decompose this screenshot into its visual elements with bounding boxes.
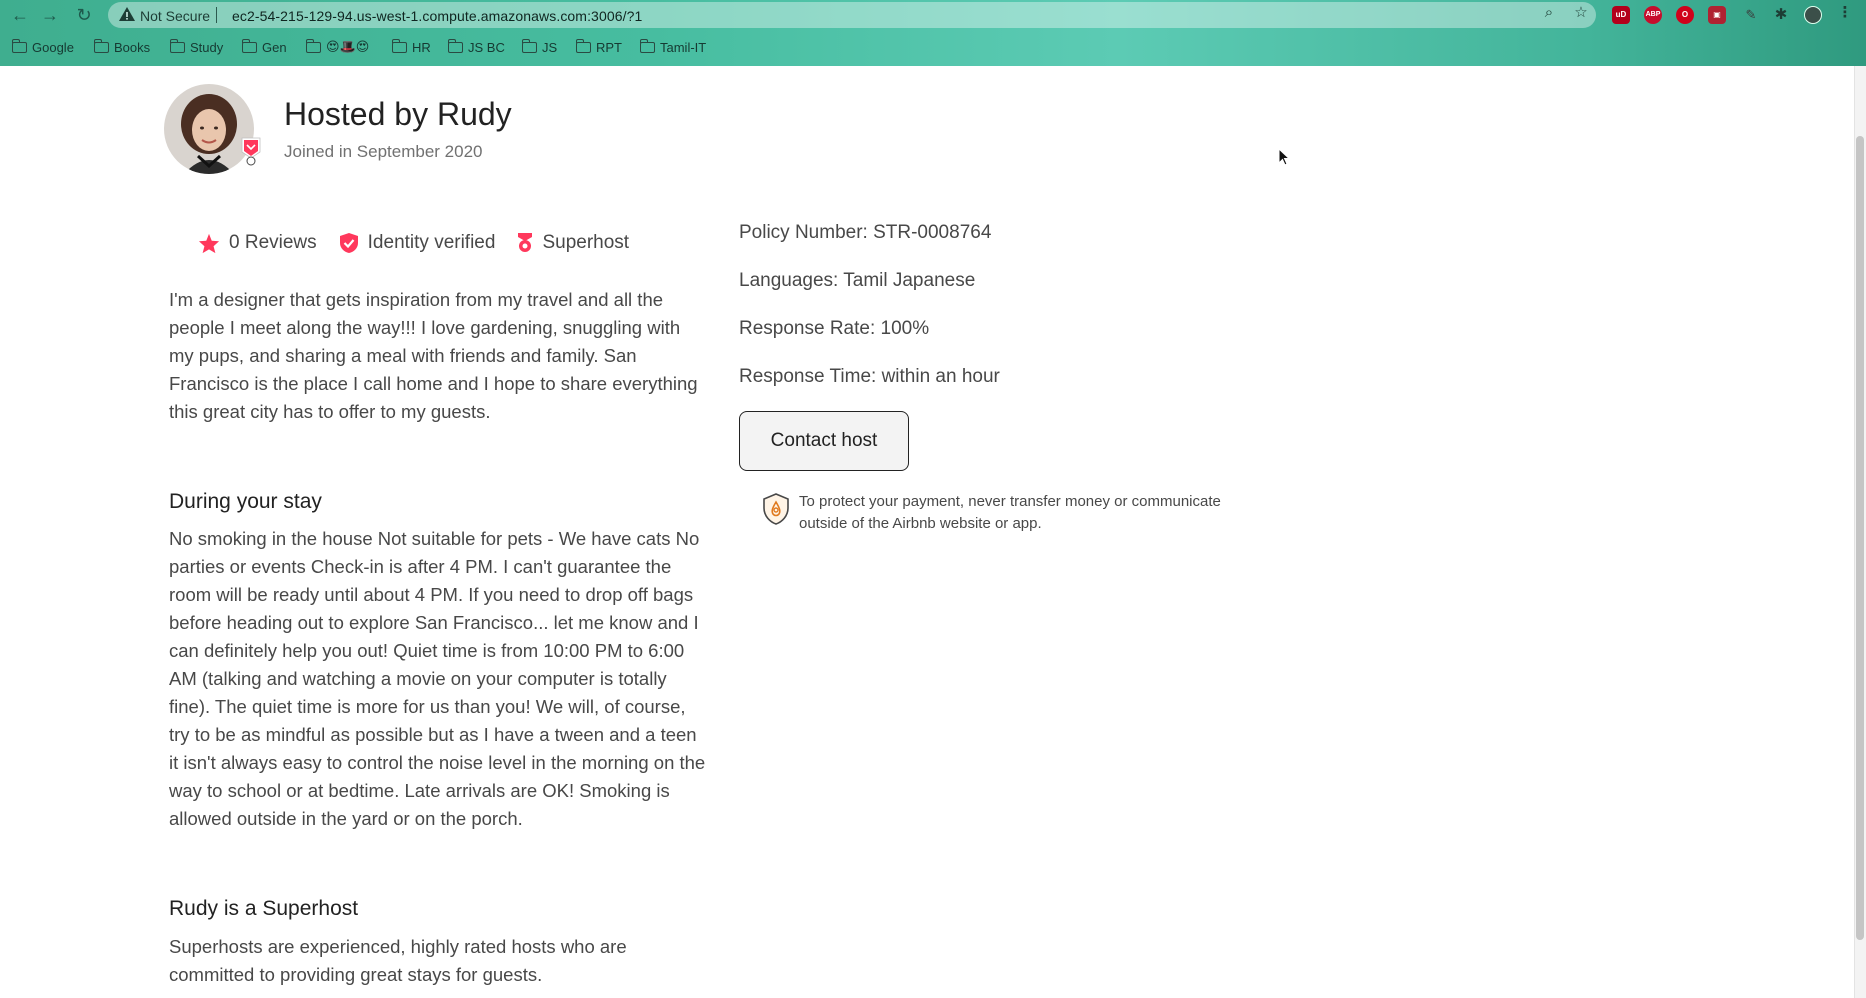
folder-icon (391, 38, 407, 53)
folder-icon (305, 38, 321, 53)
bookmark-label: JS (542, 39, 558, 55)
back-button[interactable]: ← (8, 3, 32, 27)
folder-icon (521, 38, 537, 53)
folder-icon (241, 38, 257, 53)
bookmark-label: Study (190, 39, 224, 55)
profile-avatar[interactable] (1804, 6, 1822, 24)
bookmark-label: Tamil-IT (660, 39, 707, 55)
folder-icon (575, 38, 591, 53)
host-title: Hosted by Rudy (284, 96, 512, 132)
bookmark-js[interactable]: JS (521, 38, 558, 56)
bookmark-emoji[interactable]: 😍🎩😍 (305, 38, 370, 56)
bookmark-books[interactable]: Books (93, 38, 151, 56)
languages: Languages: Tamil Japanese (739, 270, 976, 291)
folder-icon (11, 38, 27, 53)
bookmark-label: HR (412, 39, 431, 55)
url-text[interactable]: ec2-54-215-129-94.us-west-1.compute.amaz… (232, 8, 642, 24)
opera-extension-icon[interactable]: O (1676, 6, 1694, 24)
superhost-heading: Rudy is a Superhost (169, 897, 359, 920)
forward-button[interactable]: → (38, 3, 62, 27)
folder-icon (169, 38, 185, 53)
joined-date: Joined in September 2020 (284, 142, 483, 161)
bookmark-js-bc[interactable]: JS BC (447, 38, 505, 56)
bookmark-star-icon[interactable]: ☆ (1572, 4, 1590, 22)
policy-number: Policy Number: STR-0008764 (739, 222, 992, 243)
browser-menu-icon[interactable]: ⋮ (1836, 4, 1854, 22)
pen-extension-icon[interactable]: ✎ (1742, 6, 1760, 24)
folder-icon (93, 38, 109, 53)
identity-verified-label: Identity verified (367, 232, 496, 253)
shield-check-icon (339, 233, 358, 253)
bookmarks-bar: Google Books Study Gen 😍🎩😍 HR JS BC JS R… (0, 34, 1866, 58)
during-stay-heading: During your stay (169, 490, 322, 513)
folder-icon (447, 38, 463, 53)
zoom-icon[interactable]: ⌕ (1540, 4, 1558, 22)
reload-button[interactable]: ↻ (72, 3, 96, 27)
during-stay-text: No smoking in the house Not suitable for… (169, 528, 706, 829)
bookmark-label: JS BC (468, 39, 505, 55)
star-icon (198, 233, 220, 253)
puzzle-icon[interactable]: ✱ (1772, 6, 1790, 24)
superhost-description: Superhosts are experienced, highly rated… (169, 936, 627, 985)
folder-icon (639, 38, 655, 53)
superhost-medal-icon (518, 233, 533, 252)
host-stats: 0 Reviews Identity verified Superhost (198, 230, 651, 256)
image-extension-icon[interactable]: ▣ (1708, 6, 1726, 24)
payment-protection-icon (763, 493, 789, 525)
reviews-count: 0 Reviews (229, 232, 317, 253)
ublock-icon[interactable]: uD (1612, 6, 1630, 24)
browser-toolbar: ← → ↻ Not Secure ec2-54-215-129-94.us-we… (0, 0, 1866, 30)
response-time: Response Time: within an hour (739, 366, 1000, 387)
scrollbar-thumb[interactable] (1856, 136, 1864, 940)
adblock-plus-icon[interactable]: ABP (1644, 6, 1662, 24)
response-rate: Response Rate: 100% (739, 318, 930, 339)
contact-host-button[interactable]: Contact host (739, 411, 909, 471)
bookmark-study[interactable]: Study (169, 38, 224, 56)
reviews-stat[interactable]: 0 Reviews (198, 232, 317, 254)
bookmark-label: Google (32, 39, 74, 55)
bookmark-tamil-it[interactable]: Tamil-IT (639, 38, 707, 56)
omnibox-separator (216, 7, 217, 23)
superhost-badge-icon (241, 137, 261, 166)
browser-chrome: ← → ↻ Not Secure ec2-54-215-129-94.us-we… (0, 0, 1866, 66)
security-label: Not Secure (140, 8, 211, 24)
address-bar[interactable]: Not Secure ec2-54-215-129-94.us-west-1.c… (108, 2, 1596, 28)
bookmark-label: Gen (262, 39, 287, 55)
bookmark-hr[interactable]: HR (391, 38, 431, 56)
bookmark-label: 😍🎩😍 (326, 39, 370, 54)
bookmark-google[interactable]: Google (11, 38, 74, 56)
bookmark-label: Books (114, 39, 151, 55)
bookmark-gen[interactable]: Gen (241, 38, 287, 56)
bookmark-label: RPT (596, 39, 622, 55)
superhost-stat: Superhost (517, 232, 629, 254)
identity-stat: Identity verified (339, 232, 496, 254)
bookmark-rpt[interactable]: RPT (575, 38, 622, 56)
superhost-label: Superhost (542, 232, 630, 253)
mouse-cursor-icon (1278, 148, 1290, 166)
warning-icon (119, 7, 135, 21)
host-about-text: I'm a designer that gets inspiration fro… (169, 289, 698, 422)
payment-protection-notice: To protect your payment, never transfer … (799, 493, 1221, 532)
